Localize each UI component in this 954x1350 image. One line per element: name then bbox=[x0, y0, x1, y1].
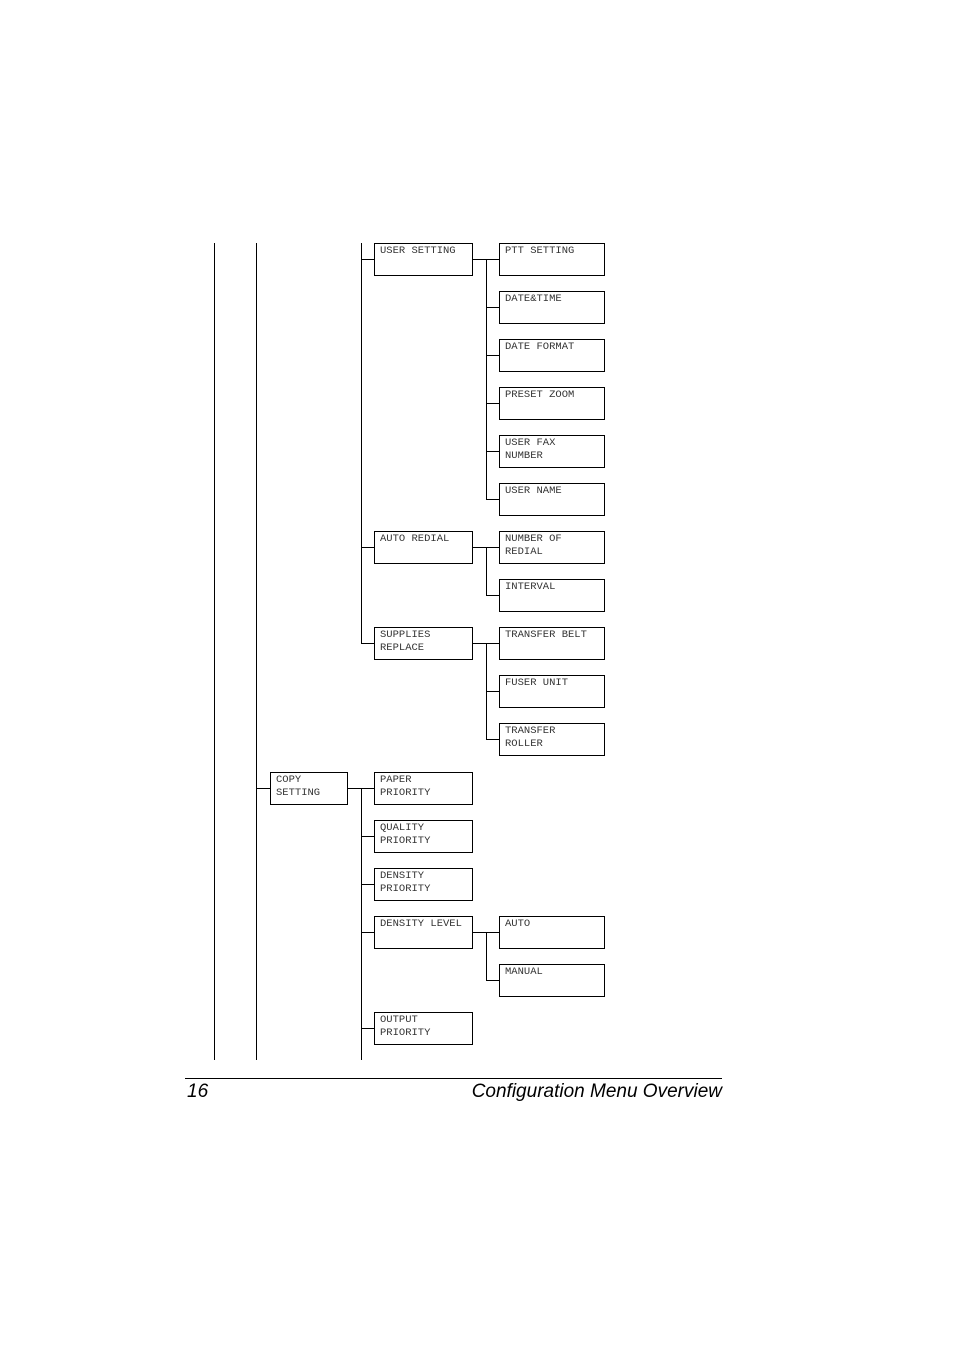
connector bbox=[361, 259, 374, 260]
tree-trunk-level-1 bbox=[256, 243, 257, 1060]
menu-item-paper-priority[interactable]: PAPER PRIORITY bbox=[374, 772, 473, 805]
menu-item-transfer-roller[interactable]: TRANSFER ROLLER bbox=[499, 723, 605, 756]
connector bbox=[486, 451, 499, 452]
connector bbox=[486, 307, 499, 308]
menu-item-density-level[interactable]: DENSITY LEVEL bbox=[374, 916, 473, 949]
connector bbox=[256, 788, 270, 789]
connector bbox=[486, 403, 499, 404]
menu-item-interval[interactable]: INTERVAL bbox=[499, 579, 605, 612]
menu-item-preset-zoom[interactable]: PRESET ZOOM bbox=[499, 387, 605, 420]
menu-item-manual[interactable]: MANUAL bbox=[499, 964, 605, 997]
connector bbox=[486, 355, 499, 356]
connector bbox=[486, 691, 499, 692]
menu-item-copy-setting[interactable]: COPY SETTING bbox=[270, 772, 348, 805]
connector bbox=[486, 259, 499, 260]
section-title: Configuration Menu Overview bbox=[471, 1081, 722, 1102]
menu-item-supplies-replace[interactable]: SUPPLIES REPLACE bbox=[374, 627, 473, 660]
menu-item-output-priority[interactable]: OUTPUT PRIORITY bbox=[374, 1012, 473, 1045]
menu-item-user-fax-number[interactable]: USER FAX NUMBER bbox=[499, 435, 605, 468]
menu-item-density-priority[interactable]: DENSITY PRIORITY bbox=[374, 868, 473, 901]
menu-item-auto[interactable]: AUTO bbox=[499, 916, 605, 949]
menu-item-date-format[interactable]: DATE FORMAT bbox=[499, 339, 605, 372]
connector bbox=[486, 980, 499, 981]
menu-item-number-of-redial[interactable]: NUMBER OF REDIAL bbox=[499, 531, 605, 564]
page-number: 16 bbox=[187, 1081, 209, 1102]
connector bbox=[486, 739, 499, 740]
menu-item-auto-redial[interactable]: AUTO REDIAL bbox=[374, 531, 473, 564]
connector bbox=[361, 836, 374, 837]
menu-item-user-name[interactable]: USER NAME bbox=[499, 483, 605, 516]
menu-item-user-setting[interactable]: USER SETTING bbox=[374, 243, 473, 276]
connector bbox=[486, 259, 487, 500]
tree-trunk-level-2-lower bbox=[361, 788, 362, 1060]
connector bbox=[486, 499, 499, 500]
menu-item-ptt-setting[interactable]: PTT SETTING bbox=[499, 243, 605, 276]
menu-item-date-time[interactable]: DATE&TIME bbox=[499, 291, 605, 324]
menu-item-transfer-belt[interactable]: TRANSFER BELT bbox=[499, 627, 605, 660]
connector bbox=[486, 547, 487, 596]
connector bbox=[361, 932, 374, 933]
connector bbox=[361, 547, 374, 548]
connector bbox=[361, 884, 374, 885]
connector bbox=[486, 595, 499, 596]
footer-divider bbox=[185, 1078, 722, 1079]
menu-item-quality-priority[interactable]: QUALITY PRIORITY bbox=[374, 820, 473, 853]
connector bbox=[361, 1028, 374, 1029]
menu-item-fuser-unit[interactable]: FUSER UNIT bbox=[499, 675, 605, 708]
tree-trunk-level-2-upper bbox=[361, 243, 362, 644]
connector bbox=[486, 932, 487, 981]
connector bbox=[361, 643, 374, 644]
tree-trunk-level-0 bbox=[214, 243, 215, 1060]
